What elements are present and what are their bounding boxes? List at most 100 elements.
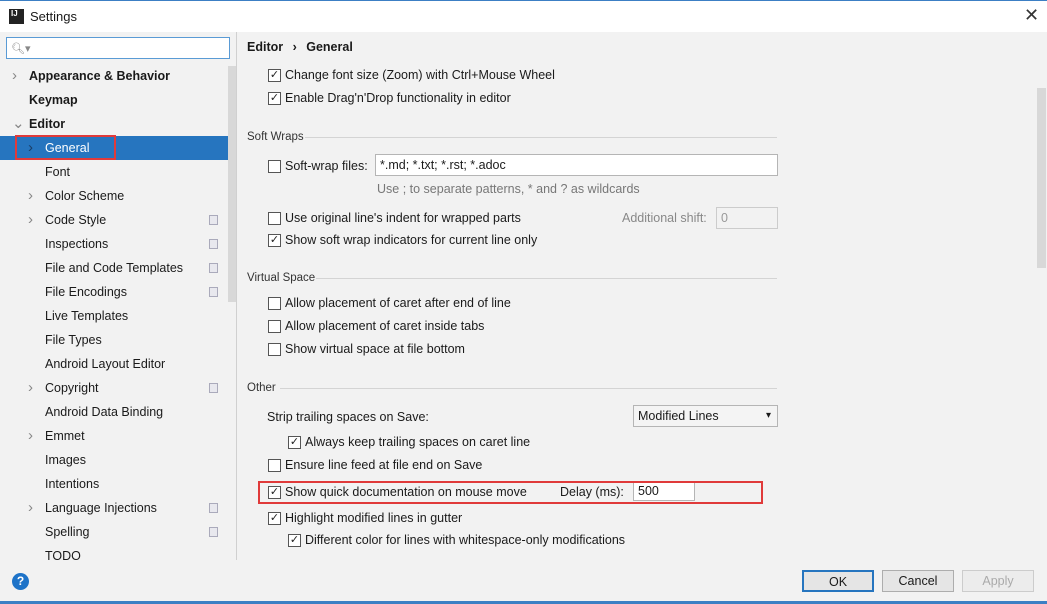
sidebar-item-label: Emmet [45, 429, 85, 443]
zoom-label: Change font size (Zoom) with Ctrl+Mouse … [285, 68, 555, 82]
ensure-line-feed-checkbox[interactable] [268, 459, 281, 472]
highlight-modified-checkbox[interactable]: ✓ [268, 512, 281, 525]
keep-trailing-checkbox[interactable]: ✓ [288, 436, 301, 449]
project-settings-icon [209, 239, 218, 249]
project-settings-icon [209, 287, 218, 297]
ok-button[interactable]: OK [802, 570, 874, 592]
other-heading: Other [247, 382, 276, 394]
sidebar-item-label: File Encodings [45, 285, 127, 299]
sidebar-item-label: Font [45, 165, 71, 179]
chevron-right-icon[interactable]: › [28, 208, 33, 232]
general-highlight-box [15, 135, 116, 160]
sidebar-item-label: Images [45, 453, 86, 467]
sidebar-item-android-layout-editor[interactable]: Android Layout Editor [0, 352, 228, 376]
project-settings-icon [209, 263, 218, 273]
sidebar-item-android-data-binding[interactable]: Android Data Binding [0, 400, 228, 424]
sidebar-item-label: Color Scheme [45, 189, 125, 203]
cancel-button[interactable]: Cancel [882, 570, 954, 592]
sidebar-item-inspections[interactable]: Inspections [0, 232, 228, 256]
project-settings-icon [209, 503, 218, 513]
zoom-checkbox[interactable]: ✓ [268, 69, 281, 82]
project-settings-icon [209, 527, 218, 537]
soft-wrap-indicators-label: Show soft wrap indicators for current li… [285, 233, 538, 247]
chevron-down-icon[interactable]: ⌄ [12, 112, 25, 136]
soft-wraps-heading: Soft Wraps [247, 131, 304, 143]
sidebar-item-label: File Types [45, 333, 102, 347]
sidebar-item-label: Intentions [45, 477, 100, 491]
sidebar-item-label: Android Data Binding [45, 405, 164, 419]
sidebar-item-file-types[interactable]: File Types [0, 328, 228, 352]
sidebar-item-code-style[interactable]: › Code Style [0, 208, 228, 232]
sidebar-item-label: Copyright [45, 381, 99, 395]
soft-wrap-files-label: Soft-wrap files: [285, 159, 368, 173]
virtual-space-label: Allow placement of caret after end of li… [285, 296, 511, 310]
soft-wrap-files-input[interactable]: *.md; *.txt; *.rst; *.adoc [375, 154, 778, 176]
virtual-space-checkbox[interactable] [268, 343, 281, 356]
quick-doc-highlight-box [258, 481, 763, 504]
chevron-down-icon: ▾ [765, 410, 771, 421]
original-indent-checkbox[interactable] [268, 212, 281, 225]
sidebar: 🔍︎▾ › Appearance & Behavior Keymap ⌄ Editor ›… [0, 32, 237, 563]
sidebar-item-images[interactable]: Images [0, 448, 228, 472]
strip-trailing-label: Strip trailing spaces on Save: [267, 410, 429, 424]
breadcrumb-parent[interactable]: Editor [247, 40, 283, 54]
project-settings-icon [209, 383, 218, 393]
sidebar-item-appearance-behavior[interactable]: › Appearance & Behavior [0, 64, 228, 88]
sidebar-item-color-scheme[interactable]: › Color Scheme [0, 184, 228, 208]
sidebar-item-label: Live Templates [45, 309, 129, 323]
help-icon[interactable]: ? [12, 573, 29, 590]
chevron-right-icon[interactable]: › [28, 496, 33, 520]
whitespace-color-label: Different color for lines with whitespac… [305, 533, 626, 547]
project-settings-icon [209, 215, 218, 225]
ensure-line-feed-label: Ensure line feed at file end on Save [285, 458, 483, 472]
dnd-checkbox[interactable]: ✓ [268, 92, 281, 105]
additional-shift-input[interactable]: 0 [716, 207, 778, 229]
sidebar-item-editor[interactable]: ⌄ Editor [0, 112, 228, 136]
window-title: Settings [30, 9, 77, 24]
content-scrollbar[interactable] [1037, 88, 1046, 268]
sidebar-scrollbar[interactable] [228, 66, 236, 302]
breadcrumb-current: General [306, 40, 353, 54]
apply-button[interactable]: Apply [962, 570, 1034, 592]
chevron-right-icon[interactable]: › [12, 64, 17, 88]
soft-wrap-hint: Use ; to separate patterns, * and ? as w… [377, 182, 640, 196]
original-indent-label: Use original line's indent for wrapped p… [285, 211, 521, 225]
dnd-label: Enable Drag'n'Drop functionality in edit… [285, 91, 511, 105]
virtual-space-label: Show virtual space at file bottom [285, 342, 465, 356]
sidebar-item-language-injections[interactable]: › Language Injections [0, 496, 228, 520]
breadcrumb-separator: › [292, 40, 297, 54]
virtual-space-checkbox[interactable] [268, 320, 281, 333]
app-logo-icon: IJ [9, 9, 24, 24]
sidebar-item-label: Code Style [45, 213, 107, 227]
sidebar-item-file-encodings[interactable]: File Encodings [0, 280, 228, 304]
highlight-modified-label: Highlight modified lines in gutter [285, 511, 463, 525]
close-icon[interactable]: ✕ [1024, 5, 1039, 26]
sidebar-item-label: Editor [29, 117, 66, 131]
sidebar-item-live-templates[interactable]: Live Templates [0, 304, 228, 328]
chevron-right-icon[interactable]: › [28, 376, 33, 400]
sidebar-item-spelling[interactable]: Spelling [0, 520, 228, 544]
additional-shift-label: Additional shift: [622, 211, 707, 225]
whitespace-color-checkbox[interactable]: ✓ [288, 534, 301, 547]
keep-trailing-label: Always keep trailing spaces on caret lin… [305, 435, 531, 449]
soft-wrap-indicators-checkbox[interactable]: ✓ [268, 234, 281, 247]
sidebar-item-label: Inspections [45, 237, 109, 251]
sidebar-item-copyright[interactable]: › Copyright [0, 376, 228, 400]
title-bar: IJ Settings ✕ [0, 0, 1047, 32]
search-input[interactable]: 🔍︎▾ [6, 37, 230, 59]
breadcrumb: Editor › General [247, 40, 353, 54]
soft-wrap-files-checkbox[interactable] [268, 160, 281, 173]
sidebar-item-label: Spelling [45, 525, 90, 539]
sidebar-item-keymap[interactable]: Keymap [0, 88, 228, 112]
sidebar-item-label: Android Layout Editor [45, 357, 166, 371]
chevron-right-icon[interactable]: › [28, 424, 33, 448]
sidebar-item-file-and-code-templates[interactable]: File and Code Templates [0, 256, 228, 280]
sidebar-item-font[interactable]: Font [0, 160, 228, 184]
virtual-space-checkbox[interactable] [268, 297, 281, 310]
sidebar-item-emmet[interactable]: › Emmet [0, 424, 228, 448]
sidebar-item-label: Keymap [29, 93, 78, 107]
chevron-right-icon[interactable]: › [28, 184, 33, 208]
strip-trailing-select[interactable]: Modified Lines ▾ [633, 405, 778, 427]
search-icon: 🔍︎▾ [11, 43, 31, 55]
sidebar-item-intentions[interactable]: Intentions [0, 472, 228, 496]
